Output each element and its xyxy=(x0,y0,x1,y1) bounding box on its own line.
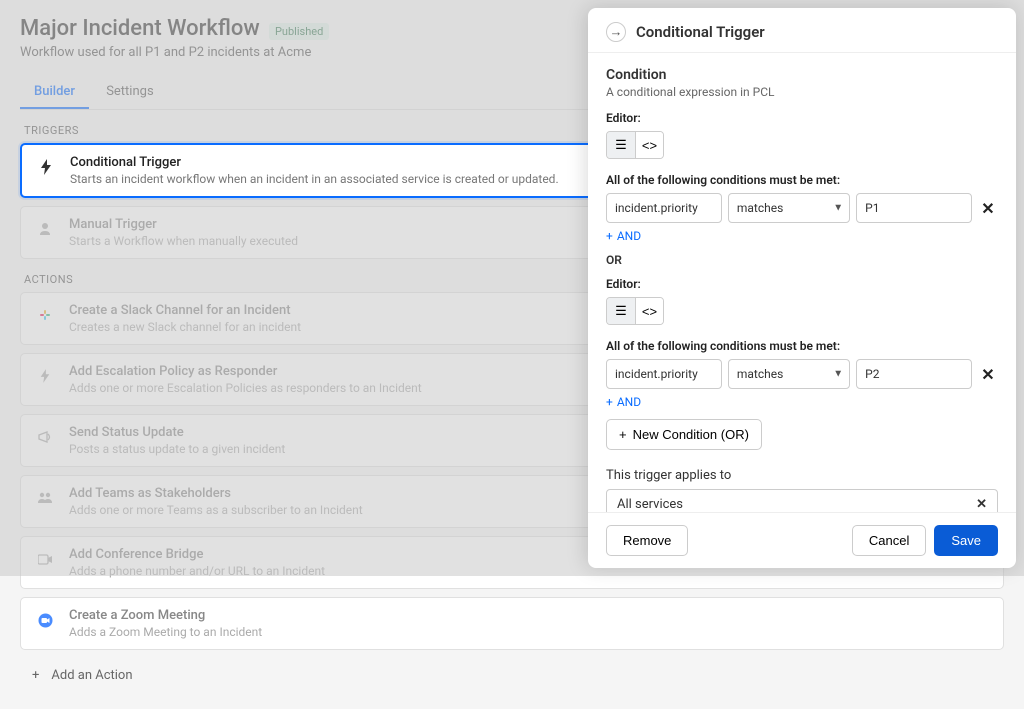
field-input[interactable]: incident.priority xyxy=(606,359,722,389)
back-button[interactable]: → xyxy=(606,22,626,42)
code-icon: <> xyxy=(642,138,657,153)
caret-down-icon: ▼ xyxy=(833,369,843,380)
arrow-right-icon: → xyxy=(610,24,623,40)
save-button[interactable]: Save xyxy=(934,525,998,556)
add-and-condition[interactable]: +AND xyxy=(606,395,998,409)
new-condition-button[interactable]: +New Condition (OR) xyxy=(606,419,762,450)
editor-code-mode[interactable]: <> xyxy=(635,132,663,158)
close-icon: ✕ xyxy=(981,365,994,384)
trigger-desc: Starts an incident workflow when an inci… xyxy=(70,172,559,186)
condition-row: incident.priority matches▼ P1 ✕ xyxy=(606,193,998,223)
close-icon: ✕ xyxy=(981,199,994,218)
action-card[interactable]: Create a Zoom Meeting Adds a Zoom Meeting… xyxy=(20,597,1004,650)
value-input[interactable]: P2 xyxy=(856,359,972,389)
action-title: Create a Zoom Meeting xyxy=(69,608,262,623)
editor-code-mode[interactable]: <> xyxy=(635,298,663,324)
lightning-icon xyxy=(34,155,58,179)
plus-icon: + xyxy=(606,229,613,243)
editor-list-mode[interactable]: ☰ xyxy=(607,298,635,324)
applies-to-label: This trigger applies to xyxy=(606,468,998,483)
all-conditions-label: All of the following conditions must be … xyxy=(606,339,998,353)
add-action-button[interactable]: + Add an Action xyxy=(20,658,1004,693)
value-input[interactable]: P1 xyxy=(856,193,972,223)
side-panel: → Conditional Trigger Condition A condit… xyxy=(588,8,1016,568)
list-icon: ☰ xyxy=(615,137,627,153)
remove-condition-button[interactable]: ✕ xyxy=(978,199,998,218)
operator-select[interactable]: matches▼ xyxy=(728,359,850,389)
editor-label: Editor: xyxy=(606,111,998,125)
editor-mode-toggle: ☰ <> xyxy=(606,297,664,325)
editor-mode-toggle: ☰ <> xyxy=(606,131,664,159)
close-icon[interactable]: ✕ xyxy=(976,497,987,512)
panel-title: Conditional Trigger xyxy=(636,23,765,41)
condition-heading: Condition xyxy=(606,67,998,83)
remove-button[interactable]: Remove xyxy=(606,525,688,556)
applies-to-input[interactable]: All services ✕ xyxy=(606,489,998,512)
editor-label: Editor: xyxy=(606,277,998,291)
applies-to-value: All services xyxy=(617,497,683,512)
plus-icon: + xyxy=(32,668,39,683)
remove-condition-button[interactable]: ✕ xyxy=(978,365,998,384)
condition-row: incident.priority matches▼ P2 ✕ xyxy=(606,359,998,389)
plus-icon: + xyxy=(619,427,627,442)
add-action-label: Add an Action xyxy=(51,668,132,683)
condition-hint: A conditional expression in PCL xyxy=(606,85,998,99)
add-and-condition[interactable]: +AND xyxy=(606,229,998,243)
or-separator: OR xyxy=(606,253,998,267)
code-icon: <> xyxy=(642,304,657,319)
editor-list-mode[interactable]: ☰ xyxy=(607,132,635,158)
caret-down-icon: ▼ xyxy=(833,203,843,214)
cancel-button[interactable]: Cancel xyxy=(852,525,926,556)
list-icon: ☰ xyxy=(615,303,627,319)
operator-select[interactable]: matches▼ xyxy=(728,193,850,223)
trigger-title: Conditional Trigger xyxy=(70,155,559,170)
field-input[interactable]: incident.priority xyxy=(606,193,722,223)
all-conditions-label: All of the following conditions must be … xyxy=(606,173,998,187)
zoom-icon xyxy=(33,608,57,632)
plus-icon: + xyxy=(606,395,613,409)
action-desc: Adds a Zoom Meeting to an Incident xyxy=(69,625,262,639)
